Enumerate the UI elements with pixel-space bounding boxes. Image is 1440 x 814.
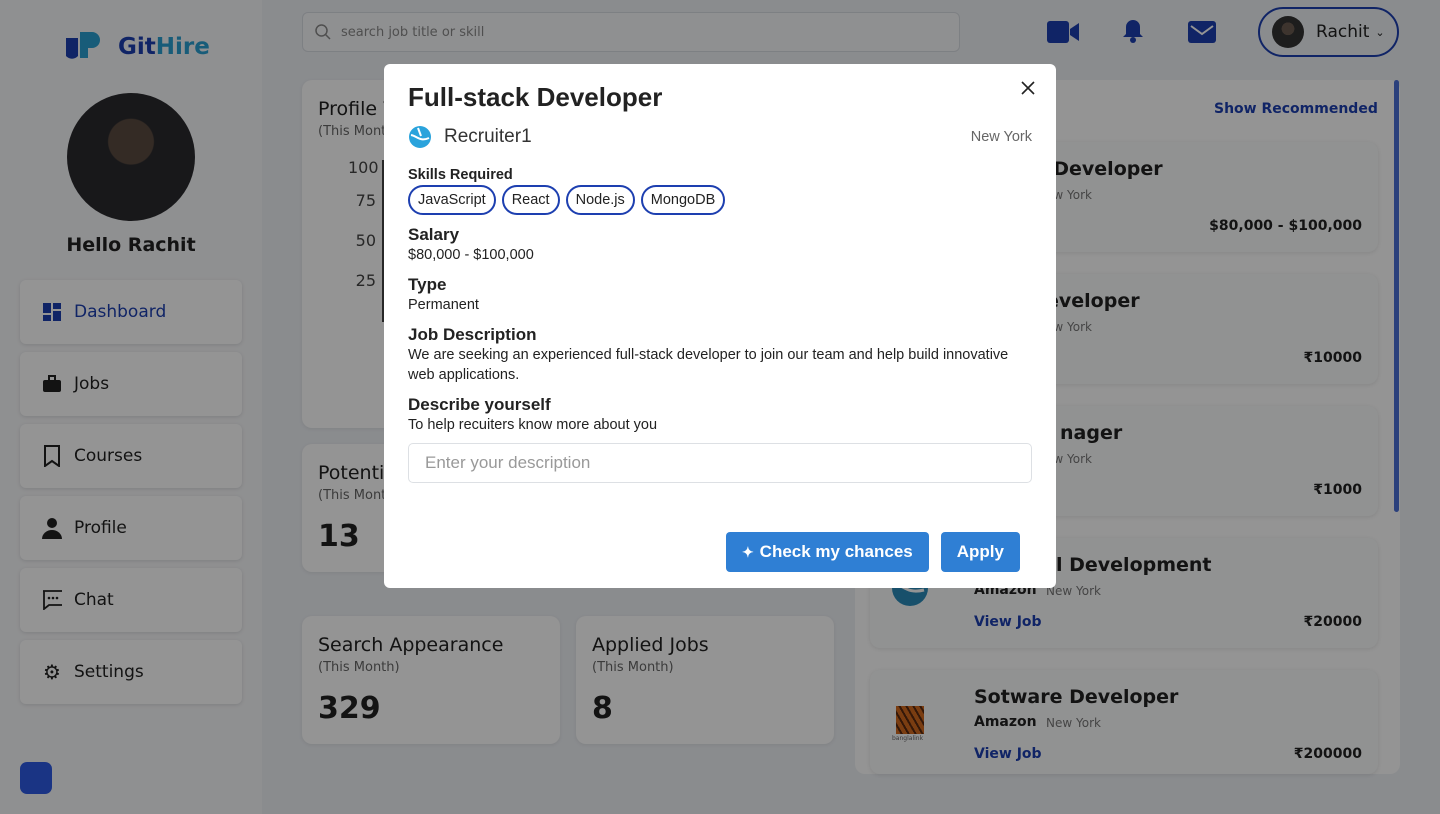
button-label: Check my chances [759, 542, 913, 561]
type-value: Permanent [408, 297, 479, 313]
description-label: Job Description [408, 325, 537, 344]
skills-label: Skills Required [408, 167, 513, 183]
recruiter-name: Recruiter1 [444, 126, 532, 147]
skill-pill: Node.js [565, 185, 635, 215]
skills-list: JavaScript React Node.js MongoDB [408, 185, 1032, 215]
salary-label: Salary [408, 225, 460, 244]
description-input[interactable] [408, 443, 1032, 483]
job-modal: Full-stack Developer Recruiter1 New York… [384, 64, 1056, 588]
salary-value: $80,000 - $100,000 [408, 247, 534, 263]
close-icon[interactable] [1021, 81, 1035, 95]
skill-pill: JavaScript [408, 185, 496, 215]
sparkle-icon: ✦ [741, 544, 754, 560]
check-chances-button[interactable]: ✦ Check my chances [725, 532, 929, 572]
recruiter-logo [409, 126, 431, 148]
description-text: We are seeking an experienced full-stack… [408, 347, 1009, 383]
job-location: New York [970, 129, 1032, 145]
describe-yourself-hint: To help recuiters know more about you [408, 417, 658, 433]
skill-pill: React [501, 185, 560, 215]
modal-title: Full-stack Developer [408, 82, 663, 112]
apply-button[interactable]: Apply [940, 532, 1020, 572]
describe-yourself-label: Describe yourself [408, 395, 551, 414]
type-label: Type [408, 275, 447, 294]
skill-pill: MongoDB [640, 185, 726, 215]
